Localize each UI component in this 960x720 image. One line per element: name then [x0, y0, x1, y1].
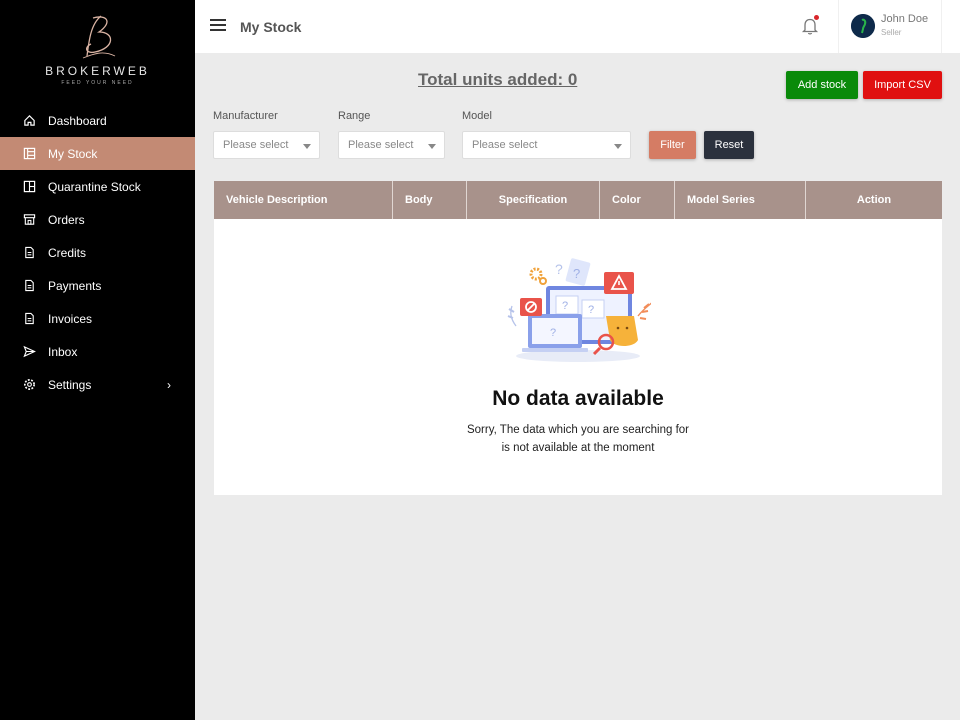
chevron-down-icon — [303, 144, 311, 149]
brand-tagline: FEED YOUR NEED — [61, 80, 134, 86]
user-name: John Doe — [881, 13, 929, 25]
sidebar-item-payments[interactable]: Payments — [0, 269, 195, 302]
sidebar-item-label: My Stock — [48, 146, 98, 161]
sidebar: BROKERWEB FEED YOUR NEED Dashboard My St… — [0, 0, 195, 720]
add-stock-button[interactable]: Add stock — [786, 71, 858, 99]
model-label: Model — [462, 110, 492, 122]
chevron-down-icon — [428, 144, 436, 149]
column-header-action: Action — [856, 194, 892, 206]
range-select-value: Please select — [348, 139, 414, 151]
column-header-vehicle-description[interactable]: Vehicle Description — [214, 181, 393, 219]
sidebar-item-label: Dashboard — [48, 113, 107, 128]
column-header-body[interactable]: Body — [393, 181, 467, 219]
sidebar-item-label: Settings — [48, 377, 92, 392]
document-icon — [22, 312, 36, 326]
brand-monogram-icon — [82, 15, 115, 59]
svg-text:?: ? — [573, 266, 580, 281]
send-icon — [22, 345, 36, 359]
table-header: Vehicle Description Body Specification C… — [214, 181, 942, 219]
import-csv-button[interactable]: Import CSV — [863, 71, 942, 99]
sidebar-item-label: Invoices — [48, 311, 93, 326]
brand-logo[interactable]: BROKERWEB FEED YOUR NEED — [0, 10, 195, 92]
column-header-specification[interactable]: Specification — [467, 181, 600, 219]
sidebar-item-settings[interactable]: Settings › — [0, 368, 195, 401]
stock-table: Vehicle Description Body Specification C… — [214, 181, 942, 495]
store-icon — [22, 213, 36, 227]
empty-state-title: No data available — [492, 387, 664, 410]
layout-icon — [22, 180, 36, 194]
range-label: Range — [338, 110, 371, 122]
chevron-down-icon — [614, 144, 622, 149]
range-select[interactable]: Please select — [338, 131, 445, 159]
list-icon — [22, 147, 36, 161]
brand-name: BROKERWEB — [45, 64, 150, 78]
total-units-link[interactable]: Total units added: 0 — [418, 70, 577, 90]
user-menu[interactable]: John Doe Seller — [838, 0, 942, 53]
svg-text:?: ? — [562, 300, 568, 312]
sidebar-item-label: Credits — [48, 245, 87, 260]
notification-dot — [814, 15, 819, 20]
model-select[interactable]: Please select — [462, 131, 631, 159]
sidebar-item-credits[interactable]: Credits — [0, 236, 195, 269]
sidebar-item-label: Inbox — [48, 344, 78, 359]
document-icon — [22, 246, 36, 260]
filter-button[interactable]: Filter — [649, 131, 696, 159]
user-role: Seller — [881, 28, 902, 37]
sidebar-item-invoices[interactable]: Invoices — [0, 302, 195, 335]
model-select-value: Please select — [472, 139, 538, 151]
empty-state-line-2: is not available at the moment — [501, 442, 655, 454]
sidebar-nav: Dashboard My Stock Quarantine Stock Orde… — [0, 104, 195, 401]
sidebar-item-dashboard[interactable]: Dashboard — [0, 104, 195, 137]
sidebar-item-my-stock[interactable]: My Stock — [0, 137, 195, 170]
empty-state-message: Sorry, The data which you are searching … — [214, 421, 942, 457]
column-header-model-series[interactable]: Model Series — [675, 181, 806, 219]
sidebar-item-inbox[interactable]: Inbox — [0, 335, 195, 368]
sidebar-item-orders[interactable]: Orders — [0, 203, 195, 236]
column-header-color[interactable]: Color — [600, 181, 675, 219]
sidebar-item-quarantine-stock[interactable]: Quarantine Stock — [0, 170, 195, 203]
chevron-right-icon: › — [167, 377, 171, 392]
manufacturer-select-value: Please select — [223, 139, 289, 151]
svg-text:?: ? — [588, 304, 594, 316]
menu-toggle-icon[interactable] — [210, 19, 226, 33]
empty-state-line-1: Sorry, The data which you are searching … — [466, 424, 690, 436]
home-icon — [22, 114, 36, 128]
no-data-illustration: ? ? ? ? ? — [507, 258, 651, 362]
sidebar-item-label: Quarantine Stock — [48, 179, 141, 194]
svg-text:?: ? — [555, 261, 563, 277]
gear-icon — [22, 378, 36, 392]
page-title: My Stock — [240, 19, 302, 35]
manufacturer-select[interactable]: Please select — [213, 131, 320, 159]
avatar — [851, 14, 875, 38]
svg-text:?: ? — [550, 327, 556, 339]
sidebar-item-label: Payments — [48, 278, 102, 293]
manufacturer-label: Manufacturer — [213, 110, 278, 122]
top-header: My Stock John Doe Seller — [195, 0, 960, 53]
sidebar-item-label: Orders — [48, 212, 85, 227]
reset-button[interactable]: Reset — [704, 131, 754, 159]
document-icon — [22, 279, 36, 293]
